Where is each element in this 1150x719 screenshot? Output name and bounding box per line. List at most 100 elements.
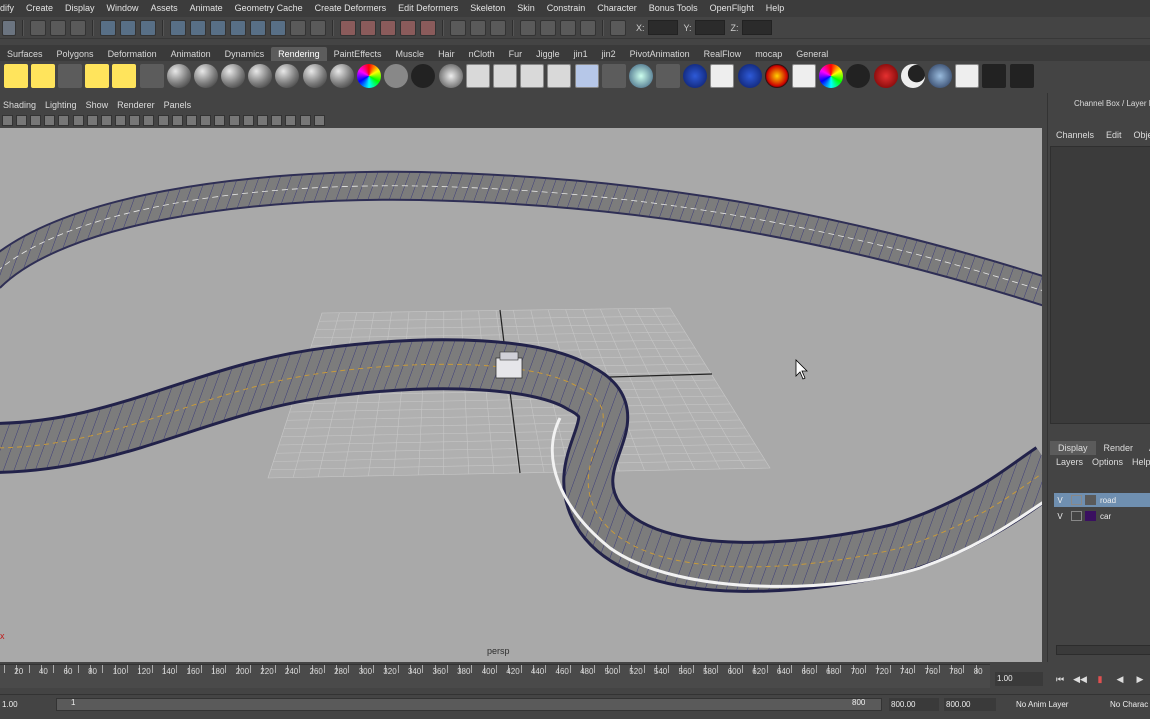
snap-curve-icon[interactable] [190,19,206,36]
shelf-tab-muscle[interactable]: Muscle [389,47,432,61]
lock-icon[interactable] [29,114,41,126]
layer-tab-a[interactable]: A [1141,441,1150,455]
texture-icon[interactable] [100,114,112,126]
blue-dot-icon[interactable] [737,64,762,88]
time-slider[interactable]: 20 40 60 80 100 120 140 160 180 200 220 240 260 280 30… [0,664,990,688]
camera-icon[interactable] [1,114,13,126]
layer-visibility-toggle[interactable]: V [1054,512,1066,521]
layer-visibility-toggle[interactable]: V [1054,496,1066,505]
phong-e-icon[interactable] [275,64,300,88]
face-icon[interactable] [792,64,817,88]
anim-layer-field[interactable]: No Anim Layer [1014,698,1104,711]
shelf-tab-jiggle[interactable]: Jiggle [529,47,567,61]
menu-character[interactable]: Character [591,0,643,17]
render-view-icon[interactable] [420,19,436,36]
open-scene-icon[interactable] [50,19,66,36]
start-time-field[interactable]: 1.00 [0,698,50,711]
hand-icon[interactable] [710,64,735,88]
cube-icon[interactable] [171,114,183,126]
render-globals-icon[interactable] [547,64,572,88]
shelf-tab-polygons[interactable]: Polygons [50,47,101,61]
layered-shader-icon[interactable] [438,64,463,88]
planet-icon[interactable] [927,64,952,88]
select-tool-icon[interactable] [3,64,28,88]
range-bar[interactable]: 1 [56,698,882,711]
shelf-tab-painteffects[interactable]: PaintEffects [327,47,389,61]
playback-end-field[interactable]: 800.00 [944,698,996,711]
batch-render-icon[interactable] [520,64,545,88]
lambert-icon[interactable] [193,64,218,88]
select-component-icon[interactable] [140,19,156,36]
menu-animate[interactable]: Animate [184,0,229,17]
frame-icon[interactable] [285,114,297,126]
layer-tab-render[interactable]: Render [1096,441,1142,455]
layer-menu-layers[interactable]: Layers [1050,457,1086,467]
layer-template-toggle[interactable] [1071,495,1082,505]
layout-icon[interactable] [299,114,311,126]
outliner-icon[interactable] [520,19,536,36]
blue-sphere-icon[interactable] [683,64,708,88]
menu-set-dropdown-icon[interactable] [2,19,16,36]
color-wheel-icon[interactable] [819,64,844,88]
channel-box-area[interactable] [1050,146,1150,424]
lights-icon[interactable] [115,114,127,126]
panel-menu-show[interactable]: Show [83,100,115,110]
resolution-icon[interactable] [271,114,283,126]
snap-point-icon[interactable] [210,19,226,36]
scale-tool-icon[interactable] [85,64,110,88]
perspective-viewport[interactable]: x persp [0,128,1042,662]
share-icon[interactable] [313,114,325,126]
isolate-icon[interactable] [157,114,169,126]
input-output-icon[interactable] [310,19,326,36]
panel-menu-lighting[interactable]: Lighting [42,100,83,110]
tree-icon[interactable] [846,64,871,88]
menu-assets[interactable]: Assets [145,0,184,17]
shelf-tab-hair[interactable]: Hair [431,47,462,61]
snap-plane-icon[interactable] [230,19,246,36]
light-white-icon[interactable] [242,114,254,126]
menu-display[interactable]: Display [59,0,101,17]
render-frame-icon[interactable] [340,19,356,36]
light-bulb-icon[interactable] [256,114,268,126]
channel-box-icon[interactable] [560,19,576,36]
play-back-icon[interactable]: ◀ [1113,673,1127,685]
select-hierarchy-icon[interactable] [100,19,116,36]
snap-icon[interactable] [44,114,56,126]
grid-icon[interactable] [58,114,70,126]
end-time-field[interactable]: 800.00 [889,698,939,711]
z-field[interactable] [741,20,772,35]
save-scene-icon[interactable] [70,19,86,36]
sculpt-icon[interactable] [139,64,164,88]
checker-icon[interactable] [214,114,226,126]
x-field[interactable] [647,20,678,35]
current-frame-field[interactable]: 1.00 [995,672,1043,686]
graph-editor-icon[interactable] [540,19,556,36]
blinn-icon[interactable] [221,64,246,88]
layer-row-car[interactable]: Vcar [1054,509,1150,523]
shadows-icon[interactable] [129,114,141,126]
shelf-tab-pivotanimation[interactable]: PivotAnimation [623,47,697,61]
surface-shader-icon[interactable] [384,64,409,88]
panel-menu-renderer[interactable]: Renderer [114,100,161,110]
channel-menu-object[interactable]: Object [1126,130,1150,140]
menu-skin[interactable]: Skin [511,0,541,17]
shelf-tab-ncloth[interactable]: nCloth [462,47,502,61]
globe-icon[interactable] [628,64,653,88]
attribute-editor-icon[interactable] [470,19,486,36]
shaded-cube-icon[interactable] [186,114,198,126]
paint-tool-icon[interactable] [57,64,82,88]
moon-icon[interactable] [900,64,925,88]
menu-constrain[interactable]: Constrain [541,0,592,17]
shelf-tab-realflow[interactable]: RealFlow [697,47,749,61]
ramp-shader-icon[interactable] [329,64,354,88]
smooth-shade-icon[interactable] [86,114,98,126]
history-icon[interactable] [270,19,286,36]
texture-icon[interactable] [574,64,599,88]
menu-create-deformers[interactable]: Create Deformers [309,0,393,17]
use-background-icon[interactable] [411,64,436,88]
move-tool-icon[interactable] [30,64,55,88]
ipr-icon[interactable] [492,64,517,88]
layer-template-toggle[interactable] [1071,511,1082,521]
panel-menu-shading[interactable]: Shading [0,100,42,110]
channel-menu-channels[interactable]: Channels [1048,130,1098,140]
